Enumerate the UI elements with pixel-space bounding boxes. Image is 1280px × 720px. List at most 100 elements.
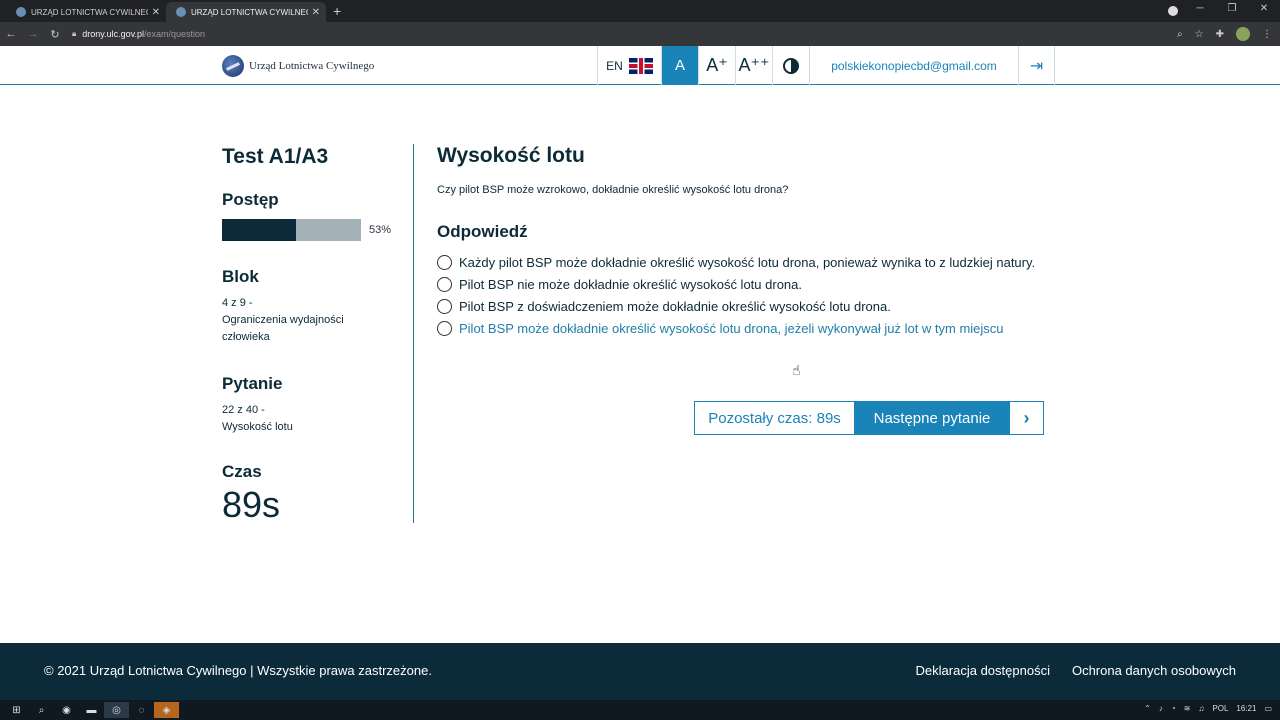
address-bar: ← → ↻ 🔒︎ drony.ulc.gov.pl /exam/question… <box>0 22 1280 46</box>
radio-button[interactable] <box>437 299 452 314</box>
url-field[interactable]: 🔒︎ drony.ulc.gov.pl /exam/question <box>72 29 205 39</box>
footer-links: Deklaracja dostępności Ochrona danych os… <box>916 663 1236 678</box>
lock-icon: 🔒︎ <box>72 29 77 38</box>
new-tab-button[interactable]: + <box>333 3 341 19</box>
tray-clock[interactable]: 16:21 <box>1236 704 1256 713</box>
question-label: Pytanie <box>222 374 283 393</box>
uk-flag-icon <box>628 57 653 74</box>
ulc-logo[interactable]: Urząd Lotnictwa Cywilnego <box>222 55 374 77</box>
next-question-button[interactable]: Następne pytanie <box>855 401 1009 435</box>
question-text: Czy pilot BSP może wzrokowo, dokładnie o… <box>437 184 789 196</box>
answers-list: Każdy pilot BSP może dokładnie określić … <box>437 254 1047 342</box>
answer-option-hovered[interactable]: Pilot BSP może dokładnie określić wysoko… <box>437 320 1047 337</box>
tab-favicon-icon <box>16 7 26 17</box>
answer-option[interactable]: Każdy pilot BSP może dokładnie określić … <box>437 254 1047 271</box>
close-tab-icon[interactable]: ✕ <box>312 7 320 18</box>
exam-sidebar: Test A1/A3 Postęp 53% Blok 4 z 9 - Ogran… <box>222 144 414 525</box>
browser-tabstrip: URZĄD LOTNICTWA CYWILNEGO ✕ URZĄD LOTNIC… <box>0 0 1280 22</box>
extensions-icon[interactable]: ✚ <box>1216 29 1224 40</box>
back-icon[interactable]: ← <box>0 28 22 40</box>
tab-title: URZĄD LOTNICTWA CYWILNEGO <box>31 7 148 17</box>
close-window-icon[interactable]: ✕ <box>1248 3 1280 14</box>
edge-icon[interactable]: ◉ <box>54 702 79 718</box>
volume-icon[interactable]: ♫ <box>1198 704 1204 713</box>
accessibility-link[interactable]: Deklaracja dostępności <box>916 663 1050 678</box>
answer-text: Każdy pilot BSP może dokładnie określić … <box>459 255 1036 270</box>
site-header: Urząd Lotnictwa Cywilnego EN A A⁺ A⁺⁺ po… <box>0 46 1280 85</box>
privacy-link[interactable]: Ochrona danych osobowych <box>1072 663 1236 678</box>
browser-actions: ⌕ ☆ ✚ ⋮ <box>1177 27 1272 41</box>
logout-icon: ⇥ <box>1029 57 1044 75</box>
progress-fill <box>222 219 296 241</box>
profile-avatar[interactable] <box>1236 27 1250 41</box>
file-explorer-icon[interactable]: ▬ <box>79 702 104 718</box>
notifications-icon[interactable]: ▭ <box>1264 704 1272 713</box>
zoom-icon[interactable]: ⌕ <box>1177 29 1183 40</box>
forward-icon[interactable]: → <box>22 28 44 40</box>
minimize-icon[interactable]: ─ <box>1184 3 1216 14</box>
os-taskbar: ⊞ ⌕ ◉ ▬ ◎ ◌ ◈ ⌃ ♪ ◔ ≋ ♫ POL 16:21 ▭ <box>0 700 1280 720</box>
question-name: Wysokość lotu <box>222 421 293 433</box>
logo-icon <box>222 55 244 77</box>
hand-cursor-icon: ☝︎ <box>792 362 801 378</box>
user-email[interactable]: polskiekonopiecbd@gmail.com <box>809 46 1018 85</box>
tray-chevron-icon[interactable]: ⌃ <box>1144 704 1151 713</box>
question-title: Wysokość lotu <box>437 144 585 167</box>
radio-button[interactable] <box>437 321 452 336</box>
windows-start-icon[interactable]: ⊞ <box>4 702 29 718</box>
microphone-icon[interactable]: ♪ <box>1159 704 1163 713</box>
radio-button[interactable] <box>437 255 452 270</box>
block-number: 4 z 9 - <box>222 297 253 309</box>
browser-tab-active[interactable]: URZĄD LOTNICTWA CYWILNEGO ✕ <box>166 2 326 22</box>
record-icon[interactable] <box>1168 6 1178 16</box>
tab-title: URZĄD LOTNICTWA CYWILNEGO <box>191 7 308 17</box>
answer-text: Pilot BSP nie może dokładnie określić wy… <box>459 277 802 292</box>
language-switch[interactable]: EN <box>597 46 661 85</box>
system-tray: ⌃ ♪ ◔ ≋ ♫ POL 16:21 ▭ <box>1144 704 1272 713</box>
time-label: Czas <box>222 462 262 481</box>
menu-icon[interactable]: ⋮ <box>1262 29 1272 40</box>
radio-button[interactable] <box>437 277 452 292</box>
url-path: /exam/question <box>143 29 206 39</box>
font-size-large-button[interactable]: A⁺ <box>698 46 735 85</box>
question-number: 22 z 40 - <box>222 404 265 416</box>
contrast-button[interactable] <box>772 46 809 85</box>
tab-favicon-icon <box>176 7 186 17</box>
star-icon[interactable]: ☆ <box>1195 29 1204 40</box>
search-icon[interactable]: ⌕ <box>29 702 54 718</box>
close-tab-icon[interactable]: ✕ <box>152 7 160 18</box>
url-host: drony.ulc.gov.pl <box>82 29 144 39</box>
chrome-icon[interactable]: ◎ <box>104 702 129 718</box>
logout-button[interactable]: ⇥ <box>1018 46 1055 85</box>
contrast-icon <box>783 57 799 74</box>
site-footer: © 2021 Urząd Lotnictwa Cywilnego | Wszys… <box>0 643 1280 700</box>
taskbar-apps: ⊞ ⌕ ◉ ▬ ◎ ◌ ◈ <box>4 702 179 718</box>
wifi-icon[interactable]: ≋ <box>1184 704 1191 713</box>
time-value: 89s <box>222 484 281 525</box>
app-icon[interactable]: ◌ <box>129 702 154 718</box>
tray-lang[interactable]: POL <box>1212 704 1228 713</box>
remaining-time: Pozostały czas: 89s <box>694 401 855 435</box>
answer-option[interactable]: Pilot BSP z doświadczeniem może dokładni… <box>437 298 1047 315</box>
progress-percent: 53% <box>369 224 392 236</box>
browser-tab[interactable]: URZĄD LOTNICTWA CYWILNEGO ✕ <box>6 2 166 22</box>
progress-bar <box>222 219 361 241</box>
answer-text: Pilot BSP z doświadczeniem może dokładni… <box>459 299 891 314</box>
reload-icon[interactable]: ↻ <box>44 28 66 41</box>
language-label: EN <box>606 58 623 73</box>
accessibility-toolbar: EN A A⁺ A⁺⁺ polskiekonopiecbd@gmail.com … <box>597 46 1055 85</box>
answer-text: Pilot BSP może dokładnie określić wysoko… <box>459 321 1004 336</box>
font-size-normal-button[interactable]: A <box>661 46 698 85</box>
steam-icon[interactable]: ◈ <box>154 702 179 718</box>
answers-label: Odpowiedź <box>437 222 528 241</box>
chevron-right-icon[interactable]: › <box>1009 401 1044 435</box>
test-title: Test A1/A3 <box>222 145 329 168</box>
progress-label: Postęp <box>222 190 279 209</box>
restore-icon[interactable]: ❐ <box>1216 3 1248 14</box>
font-size-xlarge-button[interactable]: A⁺⁺ <box>735 46 772 85</box>
copyright: © 2021 Urząd Lotnictwa Cywilnego | Wszys… <box>44 663 432 678</box>
network-icon[interactable]: ◔ <box>1171 704 1176 713</box>
question-actions: Pozostały czas: 89s Następne pytanie › <box>694 401 1044 435</box>
logo-text: Urząd Lotnictwa Cywilnego <box>249 60 375 72</box>
answer-option[interactable]: Pilot BSP nie może dokładnie określić wy… <box>437 276 1047 293</box>
